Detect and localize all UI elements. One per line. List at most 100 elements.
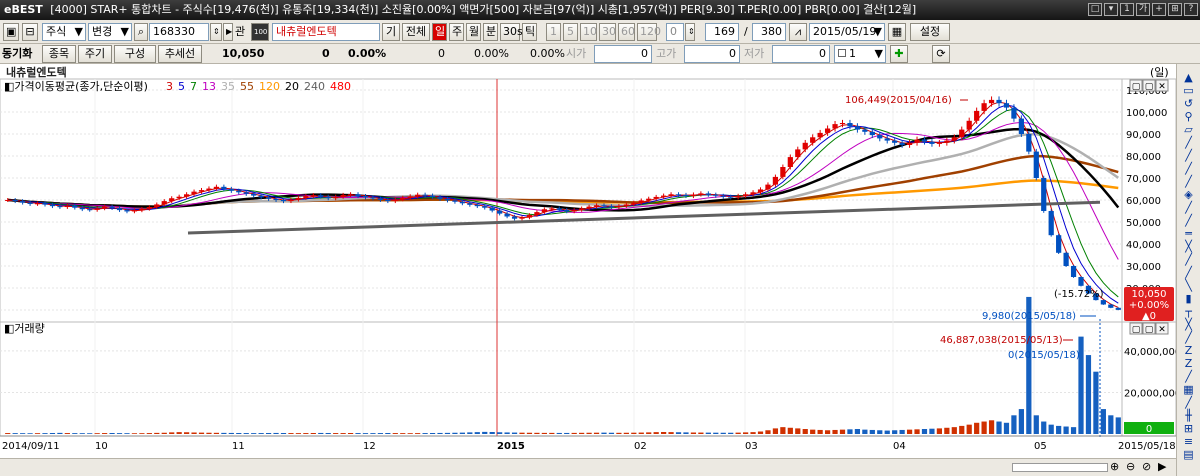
change-select[interactable]: 변경 ▼ xyxy=(88,23,132,41)
candle-body xyxy=(571,209,577,212)
candle-body xyxy=(49,204,56,207)
gi-button[interactable]: 기 xyxy=(382,23,400,41)
next-arrow-icon[interactable]: ▶ xyxy=(223,23,233,41)
period-sync-button[interactable]: 주기 xyxy=(78,45,112,63)
monitor-icon[interactable]: ⊟ xyxy=(22,23,38,41)
stock-code-input[interactable]: 168330 xyxy=(149,23,209,41)
candle-body xyxy=(728,196,734,198)
trendline-button[interactable]: 추세선 xyxy=(158,45,202,63)
add-icon[interactable]: ✚ xyxy=(890,45,908,63)
related-button[interactable]: 관 xyxy=(235,23,245,41)
period-button-0[interactable]: 일 xyxy=(432,23,447,41)
scroll-end-icon[interactable]: ▶ xyxy=(1158,460,1166,473)
price-tick-label: 80,000 xyxy=(1126,152,1161,163)
price-rate: 0.00% xyxy=(348,47,387,60)
layout-icon[interactable]: ▣ xyxy=(3,23,19,41)
field-3: 0.00% xyxy=(530,47,565,60)
volume-bar xyxy=(64,433,70,434)
zoom-reset-icon[interactable]: ⊘ xyxy=(1142,460,1151,473)
candle-body xyxy=(176,196,182,199)
candle-body xyxy=(64,205,70,208)
volume-bar xyxy=(579,432,585,434)
drawing-tool-icon-29[interactable]: ▤ xyxy=(1181,447,1196,462)
market-select[interactable]: 주식 ▼ xyxy=(42,23,86,41)
spin-icon[interactable]: ⇕ xyxy=(210,23,222,41)
volume-bar xyxy=(899,429,905,434)
window-button-6[interactable]: ? xyxy=(1184,3,1198,16)
grid-100-icon[interactable]: 100 xyxy=(251,23,269,41)
candle-body xyxy=(1115,307,1121,310)
window-button-5[interactable]: ⊞ xyxy=(1168,3,1182,16)
count-slash: / xyxy=(744,25,748,38)
zoom-out-icon[interactable]: ⊖ xyxy=(1126,460,1135,473)
volume-tick-label: 40,000,000 xyxy=(1124,347,1176,358)
count-select[interactable]: 1 ▼ xyxy=(834,45,886,63)
period-button-5[interactable]: 틱 xyxy=(522,23,537,41)
candle-body xyxy=(362,196,369,198)
window-button-2[interactable]: 1 xyxy=(1120,3,1134,16)
candle-body xyxy=(906,142,913,145)
candle-body xyxy=(5,200,11,201)
window-button-3[interactable]: 가 xyxy=(1136,3,1150,16)
search-icon[interactable]: ⌕ xyxy=(134,23,148,41)
volume-bar xyxy=(355,433,361,434)
zoom-in-icon[interactable]: ⊕ xyxy=(1110,460,1119,473)
minute-button-5[interactable]: 120 xyxy=(637,23,661,41)
scroll-range-bar[interactable] xyxy=(1012,463,1108,472)
calendar-icon[interactable]: ▦ xyxy=(888,23,906,41)
minute-button-1[interactable]: 5 xyxy=(563,23,578,41)
count-spin-icon[interactable]: ⇕ xyxy=(685,23,695,41)
chart-type-icon[interactable]: ⩘ xyxy=(789,23,807,41)
candle-body xyxy=(750,192,756,195)
stock-name-field[interactable]: 내츄럴엔도텍 xyxy=(272,23,380,41)
candle-body xyxy=(899,142,905,145)
candle-body xyxy=(1100,300,1106,305)
volume-bar xyxy=(661,432,667,434)
volume-bar xyxy=(325,433,331,434)
candle-body xyxy=(511,216,518,219)
candle-body xyxy=(325,196,331,199)
volume-bar xyxy=(109,433,115,434)
refresh-icon[interactable]: ⟳ xyxy=(932,45,950,63)
minute-button-2[interactable]: 10 xyxy=(580,23,597,41)
candle-body xyxy=(124,210,130,212)
candle-body xyxy=(593,205,600,207)
x-tick-label: 2015/05/18 xyxy=(1118,441,1176,452)
price-tick-label: 40,000 xyxy=(1126,240,1161,251)
candle-body xyxy=(608,206,615,208)
candle-body xyxy=(549,208,555,210)
window-button-0[interactable]: □ xyxy=(1088,3,1102,16)
candle-body xyxy=(668,194,674,196)
volume-bar xyxy=(243,433,249,434)
volume-bar xyxy=(1100,409,1106,434)
price-panel-btn-icon-0: ▢ xyxy=(1132,82,1141,92)
candle-body xyxy=(884,138,890,141)
ma-legend-7: 7 xyxy=(190,80,197,93)
period-button-2[interactable]: 월 xyxy=(466,23,481,41)
candle-body xyxy=(347,194,354,196)
display-count-input[interactable]: 169 xyxy=(705,23,739,41)
volume-bar xyxy=(347,433,354,434)
candle-body xyxy=(817,132,823,138)
minute-button-4[interactable]: 60 xyxy=(618,23,635,41)
volume-bar xyxy=(310,433,316,434)
high-value: 0 xyxy=(684,45,740,63)
minute-button-0[interactable]: 1 xyxy=(546,23,561,41)
candle-body xyxy=(273,198,279,200)
window-button-1[interactable]: ▾ xyxy=(1104,3,1118,16)
volume-bar xyxy=(996,421,1002,434)
config-button[interactable]: 구성 xyxy=(114,45,156,63)
window-button-4[interactable]: + xyxy=(1152,3,1166,16)
all-button[interactable]: 전체 xyxy=(402,23,430,41)
chart-canvas[interactable]: 110,000100,00090,00080,00070,00060,00050… xyxy=(0,79,1176,473)
date-input[interactable]: 2015/05/19 ▼ xyxy=(809,23,885,41)
period-button-4[interactable]: 30s xyxy=(500,23,523,41)
period-button-3[interactable]: 분 xyxy=(483,23,498,41)
candle-body xyxy=(944,140,950,143)
period-button-1[interactable]: 주 xyxy=(449,23,464,41)
stock-sync-button[interactable]: 종목 xyxy=(42,45,76,63)
volume-bar xyxy=(742,432,749,434)
minute-button-3[interactable]: 30 xyxy=(599,23,616,41)
count1-input[interactable]: 0 xyxy=(666,23,684,41)
settings-button[interactable]: 설정 xyxy=(910,23,950,41)
